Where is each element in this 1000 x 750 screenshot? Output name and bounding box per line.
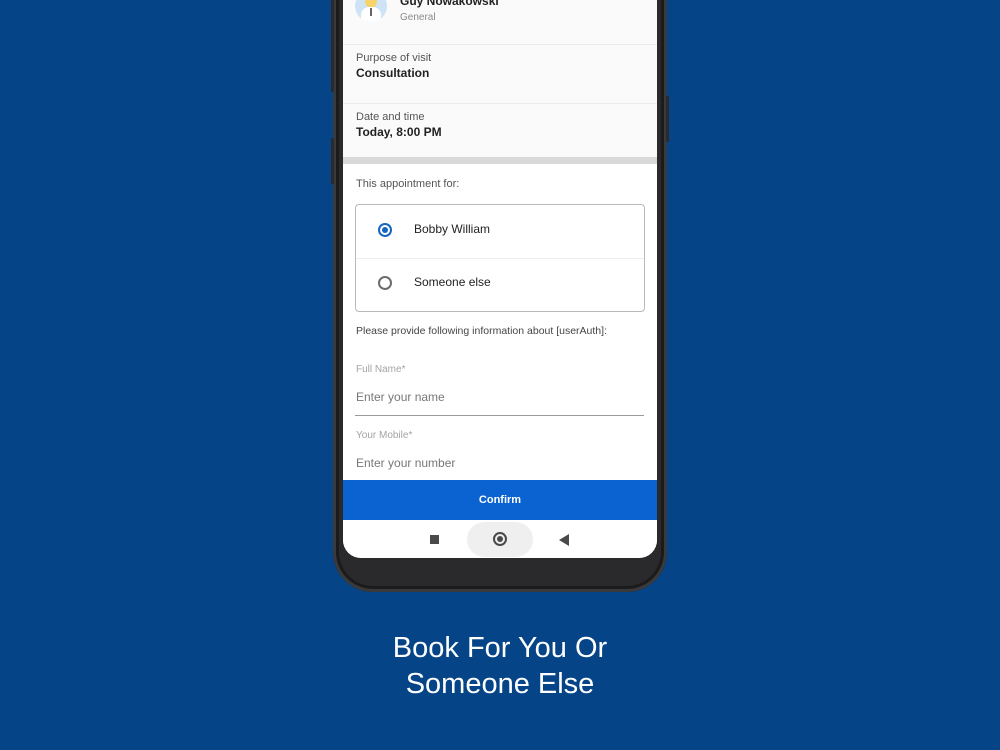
appointment-for-label: This appointment for:: [356, 178, 460, 190]
doctor-name: Guy Nowakowski: [400, 0, 499, 8]
mobile-input[interactable]: [355, 452, 646, 474]
full-name-underline: [355, 415, 644, 416]
circle-home-icon[interactable]: [493, 532, 507, 546]
phone-side-button: [666, 96, 669, 142]
doctor-card[interactable]: Guy Nowakowski General: [343, 0, 657, 45]
radio-selected-icon[interactable]: [378, 223, 392, 237]
phone-screen: Guy Nowakowski General Purpose of visit …: [343, 0, 657, 558]
datetime-label: Date and time: [356, 111, 425, 123]
square-icon[interactable]: [430, 535, 439, 544]
doctor-specialty: General: [400, 12, 436, 23]
purpose-section: Purpose of visit Consultation: [343, 45, 657, 104]
radio-unselected-icon[interactable]: [378, 276, 392, 290]
datetime-section: Date and time Today, 8:00 PM: [343, 104, 657, 158]
doctor-avatar-icon: [355, 0, 387, 22]
caption-line-2: Someone Else: [405, 668, 595, 700]
phone-side-button: [331, 138, 334, 184]
section-divider: [343, 157, 657, 164]
confirm-button[interactable]: Confirm: [343, 480, 657, 520]
purpose-label: Purpose of visit: [356, 52, 432, 64]
mobile-label: Your Mobile*: [356, 430, 413, 441]
option-label: Someone else: [414, 275, 491, 289]
caption-line-1: Book For You Or: [392, 632, 608, 664]
android-nav-bar: [343, 520, 657, 558]
full-name-input[interactable]: [355, 386, 646, 408]
phone-side-button: [331, 0, 334, 92]
triangle-back-icon[interactable]: [559, 534, 569, 546]
datetime-value: Today, 8:00 PM: [356, 125, 442, 139]
option-someone-else[interactable]: Someone else: [356, 258, 644, 311]
purpose-value: Consultation: [356, 66, 430, 80]
marketing-caption: Book For You Or Someone Else: [0, 630, 1000, 702]
full-name-label: Full Name*: [356, 364, 406, 375]
form-instruction: Please provide following information abo…: [356, 325, 607, 337]
option-label: Bobby William: [414, 222, 491, 236]
appointment-for-options: Bobby William Someone else: [355, 204, 645, 312]
option-self[interactable]: Bobby William: [356, 205, 644, 259]
